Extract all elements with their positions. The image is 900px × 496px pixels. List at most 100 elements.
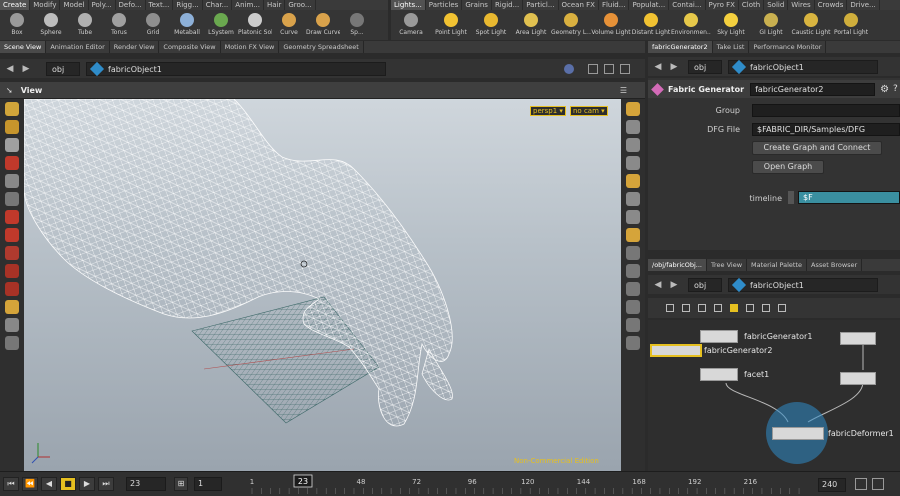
step-back-icon[interactable]: ⏪ [22, 477, 38, 491]
shelf-tool-metaball[interactable]: Metaball [170, 10, 204, 40]
forward-arrow-icon[interactable]: ▶ [20, 63, 32, 75]
timeline-lock-icon[interactable] [788, 191, 794, 204]
param-pane-tab-0[interactable]: fabricGenerator2 [648, 41, 713, 53]
hull-icon[interactable] [626, 300, 640, 314]
create-graph-button[interactable]: Create Graph and Connect [752, 141, 882, 155]
param-pane-tab-1[interactable]: Take List [713, 41, 750, 53]
note-icon[interactable] [730, 304, 738, 312]
forward-arrow-icon[interactable]: ▶ [668, 279, 680, 291]
shelf-tab-right-12[interactable]: Wires [788, 0, 815, 10]
gear-icon[interactable]: ⚙ [880, 84, 889, 95]
persp-camera-menu[interactable]: persp1 ▾ [530, 106, 566, 116]
network-editor[interactable]: fabricGenerator1 fabricGenerator2 facet1… [648, 320, 900, 471]
shelf-tab-7[interactable]: Char... [203, 0, 233, 10]
shelf-tool-curve[interactable]: Curve [272, 10, 306, 40]
shelf-tab-right-5[interactable]: Ocean FX [559, 0, 599, 10]
shelf-tab-8[interactable]: Anim... [232, 0, 264, 10]
scene-pane-tab-1[interactable]: Animation Editor [46, 41, 110, 53]
shelf-tab-right-1[interactable]: Particles [426, 0, 463, 10]
pose-tool-icon[interactable] [5, 138, 19, 152]
display-points-icon[interactable] [626, 246, 640, 260]
shelf-tab-0[interactable]: Create [0, 0, 31, 10]
shelf-tool-sky-light[interactable]: Sky Light [711, 10, 751, 40]
select-tool-icon[interactable] [5, 102, 19, 116]
display-options-icon[interactable] [588, 63, 598, 74]
light-icon[interactable] [626, 174, 640, 188]
template-icon[interactable] [626, 336, 640, 350]
node-fabric-generator2[interactable]: fabricGenerator2 [650, 344, 772, 357]
open-graph-button[interactable]: Open Graph [752, 160, 824, 174]
forward-arrow-icon[interactable]: ▶ [668, 61, 680, 73]
move-tool-icon[interactable] [5, 174, 19, 188]
shelf-tool-tube[interactable]: Tube [68, 10, 102, 40]
snap-point-icon[interactable] [5, 264, 19, 278]
ghost-icon[interactable] [626, 210, 640, 224]
shelf-tab-right-2[interactable]: Grains [462, 0, 492, 10]
render-sphere-icon[interactable] [564, 63, 574, 74]
shelf-tab-right-13[interactable]: Crowds [815, 0, 848, 10]
shelf-tool-geometry-light[interactable]: Geometry L... [551, 10, 591, 40]
grid-icon[interactable] [682, 304, 690, 312]
back-arrow-icon[interactable]: ◀ [652, 279, 664, 291]
jump-end-icon[interactable]: ⏭ [98, 477, 114, 491]
fabric-generator1-box[interactable] [700, 330, 738, 343]
shelf-tab-right-6[interactable]: Fluid... [599, 0, 630, 10]
shading-icon[interactable] [626, 192, 640, 206]
stop-icon[interactable]: ■ [60, 477, 76, 491]
shelf-tool-environment-light[interactable]: Environmen... [671, 10, 711, 40]
path-node-field[interactable]: fabricObject1 [86, 61, 386, 77]
tree-icon[interactable] [746, 304, 754, 312]
network-pane-tab-2[interactable]: Material Palette [747, 259, 808, 271]
home-icon[interactable] [626, 156, 640, 170]
display-mode-icon[interactable] [626, 102, 640, 116]
display-icon[interactable] [5, 300, 19, 314]
path-root-obj[interactable]: obj [46, 61, 80, 76]
shelf-tool-lsystem[interactable]: LSystem [204, 10, 238, 40]
shelf-tool-spray[interactable]: Sp... [340, 10, 374, 40]
scene-pane-tab-5[interactable]: Geometry Spreadsheet [279, 41, 364, 53]
checker-icon[interactable] [626, 228, 640, 242]
network-pane-tab-1[interactable]: Tree View [707, 259, 748, 271]
numbers-icon[interactable] [626, 282, 640, 296]
handle-tool-icon[interactable] [5, 156, 19, 170]
dfg-file-field[interactable]: $FABRIC_DIR/Samples/DFG [752, 123, 900, 136]
shelf-tab-right-4[interactable]: Particl... [523, 0, 559, 10]
jump-start-icon[interactable]: ⏮ [3, 477, 19, 491]
node-name-field[interactable]: fabricGenerator2 [750, 82, 876, 96]
shelf-tool-camera[interactable]: Camera [391, 10, 431, 40]
param-pane-tab-2[interactable]: Performance Monitor [749, 41, 827, 53]
scene-pane-tab-4[interactable]: Motion FX View [221, 41, 280, 53]
realtime-icon[interactable] [855, 478, 867, 490]
scene-pane-tab-2[interactable]: Render View [110, 41, 160, 53]
shelf-tab-right-10[interactable]: Cloth [739, 0, 765, 10]
shelf-tool-gi-light[interactable]: GI Light [751, 10, 791, 40]
shelf-tool-area-light[interactable]: Area Light [511, 10, 551, 40]
shelf-tool-draw-curve[interactable]: Draw Curve [306, 10, 340, 40]
render-region-icon[interactable] [5, 318, 19, 332]
shelf-tool-box[interactable]: Box [0, 10, 34, 40]
shelf-tab-right-9[interactable]: Pyro FX [706, 0, 739, 10]
bounding-box-icon[interactable] [626, 318, 640, 332]
camera-view-icon[interactable] [626, 138, 640, 152]
shelf-tab-right-14[interactable]: Drive... [847, 0, 880, 10]
fabric-deformer1-box[interactable] [772, 427, 824, 440]
snap-curve-icon[interactable] [5, 282, 19, 296]
shelf-tool-torus[interactable]: Torus [102, 10, 136, 40]
fabric-generator2-box[interactable] [650, 344, 702, 357]
help-icon[interactable] [778, 304, 786, 312]
shelf-tool-distant-light[interactable]: Distant Light [631, 10, 671, 40]
lasso-tool-icon[interactable] [5, 120, 19, 134]
help-icon[interactable]: ? [893, 84, 898, 94]
shelf-tab-right-8[interactable]: Contai... [669, 0, 706, 10]
viewport-menu-icon[interactable]: ☰ [620, 86, 627, 95]
shelf-tool-caustic-light[interactable]: Caustic Light [791, 10, 831, 40]
shelf-tool-platonic[interactable]: Platonic Sol... [238, 10, 272, 40]
network-pane-tab-0[interactable]: /obj/fabricObj... [648, 259, 707, 271]
shelf-tab-6[interactable]: Rigg... [173, 0, 203, 10]
play-reverse-icon[interactable]: ◀ [41, 477, 57, 491]
timeline-ruler[interactable]: 12348729612014416819221623 [246, 472, 812, 496]
shelf-tool-point-light[interactable]: Point Light [431, 10, 471, 40]
measure-icon[interactable] [5, 336, 19, 350]
list-icon[interactable] [666, 304, 674, 312]
frame-icon[interactable] [762, 304, 770, 312]
